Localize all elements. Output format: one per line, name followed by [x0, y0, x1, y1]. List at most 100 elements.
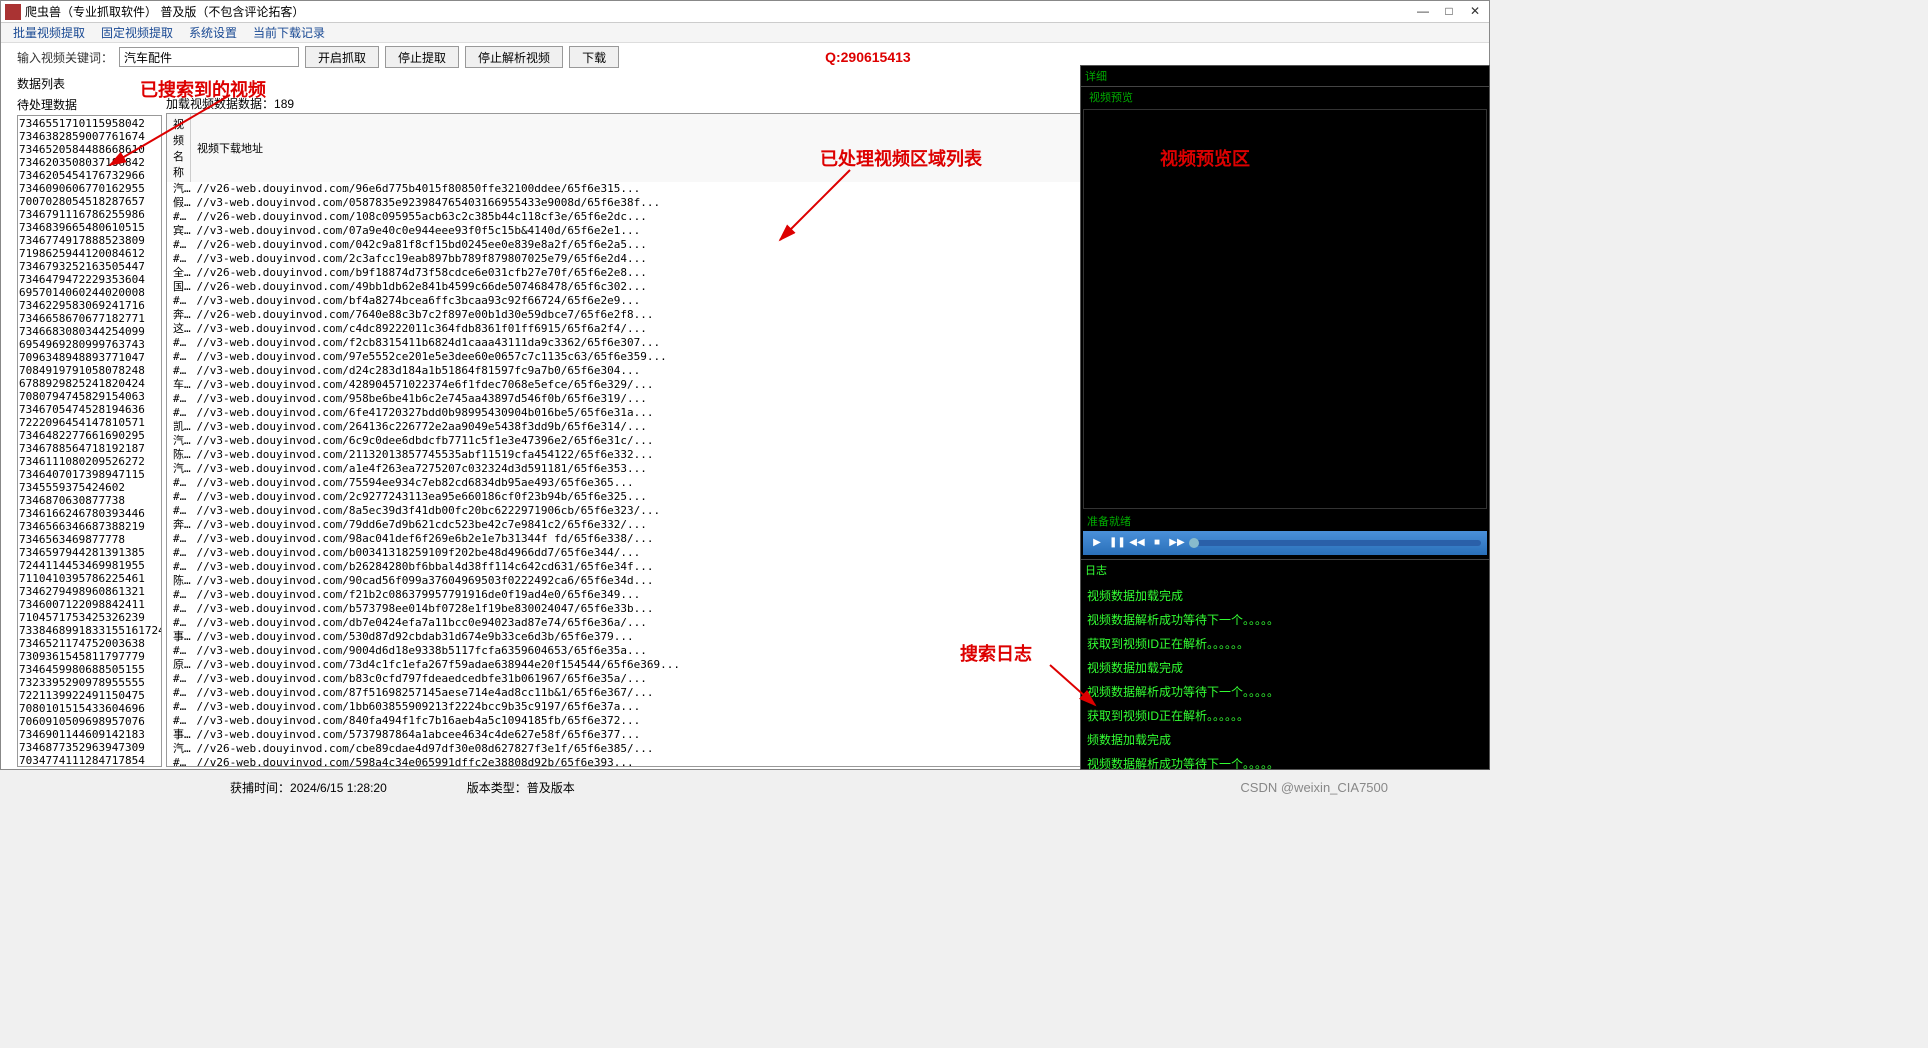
id-item[interactable]: 7110410395786225461	[19, 572, 160, 585]
id-item[interactable]: 7346793252163505447	[19, 260, 160, 273]
id-item[interactable]: 7346658670677182771	[19, 312, 160, 325]
id-item[interactable]: 7346788564718192187	[19, 442, 160, 455]
log-line: 获取到视频ID正在解析。。。。。。	[1087, 632, 1483, 656]
id-item[interactable]: 7346166246780393446	[19, 507, 160, 520]
time-label: 获捕时间：	[230, 781, 290, 795]
keyword-input[interactable]	[119, 47, 299, 67]
id-item[interactable]: 7346870630877738	[19, 494, 160, 507]
id-item[interactable]: 7222096454147810571	[19, 416, 160, 429]
id-item[interactable]: 7007028054518287657	[19, 195, 160, 208]
id-item[interactable]: 7080101515433604696	[19, 702, 160, 715]
close-button[interactable]: ✕	[1465, 4, 1485, 20]
titlebar: 爬虫兽（专业抓取软件） 普及版（不包含评论拓客） — □ ✕	[1, 1, 1489, 23]
id-item[interactable]: 7346551710115958042	[19, 117, 160, 130]
id-item[interactable]: 7346203508037186842	[19, 156, 160, 169]
id-item[interactable]: 7346482277661690295	[19, 429, 160, 442]
id-item[interactable]: 7346520584488668610	[19, 143, 160, 156]
id-item[interactable]: 7323395290978955555	[19, 676, 160, 689]
cell-name: 奔驰宝马沃尔沃本田丰田雪克萨斯原装大灯前咀机盖叶子板车...	[167, 518, 191, 532]
ready-status: 准备就绪	[1081, 511, 1489, 531]
edition-value: 普及版本	[527, 781, 575, 795]
log-line: 视频数据加载完成	[1087, 584, 1483, 608]
minimize-button[interactable]: —	[1413, 4, 1433, 20]
count-value: 189	[274, 97, 294, 111]
time-value: 2024/6/15 1:28:20	[290, 781, 387, 795]
next-icon[interactable]: ▶▶	[1169, 535, 1185, 551]
cell-name: 事故车试验车报废车原厂拆车件 价格便宜 质保售后，越难找...	[167, 630, 191, 644]
id-item[interactable]: 7346877352963947309	[19, 741, 160, 754]
id-item[interactable]: 7346839665480610515	[19, 221, 160, 234]
id-item[interactable]: 7346111080209526272	[19, 455, 160, 468]
id-item[interactable]: 7198625944120084612	[19, 247, 160, 260]
menu-batch-extract[interactable]: 批量视频提取	[5, 22, 93, 43]
id-item[interactable]: 7346459980688505155	[19, 663, 160, 676]
cell-name: 国内汽车配件品牌#汽车知识 #汽配 - 抖音	[167, 280, 191, 294]
id-item[interactable]: 7221139922491150475	[19, 689, 160, 702]
id-item[interactable]: 7096348948893771047	[19, 351, 160, 364]
cell-name: #陈田拆车件 各种汽车配件#发动机 - 抖音	[167, 238, 191, 252]
preview-label: 视频预览	[1085, 87, 1489, 107]
id-item[interactable]: 7346597944281391385	[19, 546, 160, 559]
id-item[interactable]: 7346382859007761674	[19, 130, 160, 143]
download-button[interactable]: 下载	[569, 46, 619, 68]
pause-icon[interactable]: ❚❚	[1109, 535, 1125, 551]
id-item[interactable]: 7346229583069241716	[19, 299, 160, 312]
id-item[interactable]: 7104571753425326239	[19, 611, 160, 624]
maximize-button[interactable]: □	[1439, 4, 1459, 20]
id-item[interactable]: 7346407017398947115	[19, 468, 160, 481]
pending-label: 待处理数据	[17, 94, 162, 115]
id-item[interactable]: 6788929825241820424	[19, 377, 160, 390]
id-item[interactable]: 7244114453469981955	[19, 559, 160, 572]
logs-label: 日志	[1081, 559, 1489, 580]
id-item[interactable]: 7346901144609142183	[19, 728, 160, 741]
cell-name: #陈田拆车件 你觉得怎么样？#汽车配件 #减盘灯 - 抖音	[167, 476, 191, 490]
seek-slider[interactable]	[1189, 540, 1481, 546]
id-item[interactable]: 6954969280999763743	[19, 338, 160, 351]
cell-name: 奔驰宝马大灯尾灯机盖叶子板前嘴原装拆车件#汽车配件 #陈田拆...	[167, 308, 191, 322]
cell-name: 陈田拆车件便宜又好用 #陈田拆车件 #陈田维修#汽配城 二手车寄送工...	[167, 574, 191, 588]
stop-icon[interactable]: ■	[1149, 535, 1165, 551]
id-listbox[interactable]: 7346551710115958042734638285900776167473…	[17, 115, 162, 767]
log-list[interactable]: 视频数据加载完成视频数据解析成功等待下一个。。。。。获取到视频ID正在解析。。。…	[1081, 580, 1489, 800]
id-item[interactable]: 7346479472229353604	[19, 273, 160, 286]
log-line: 频数据加载完成	[1087, 728, 1483, 752]
cell-name: #拆车件 #陈田拆车件 #汽车配件 #发动机 #汽车西城 原厂...	[167, 756, 191, 767]
player-bar: ▶ ❚❚ ◀◀ ■ ▶▶	[1083, 531, 1487, 555]
start-button[interactable]: 开启抓取	[305, 46, 379, 68]
id-item[interactable]: 7346007122098842411	[19, 598, 160, 611]
id-item[interactable]: 7338468991833155161724	[19, 624, 160, 637]
menu-settings[interactable]: 系统设置	[181, 22, 245, 43]
id-item[interactable]: 7346563469877778	[19, 533, 160, 546]
cell-name: #陈田拆车件 #汽车配件 #拆车件 #陈田汽配城 #汽车易损件 - 抖音	[167, 672, 191, 686]
play-icon[interactable]: ▶	[1089, 535, 1105, 551]
stop-parse-button[interactable]: 停止解析视频	[465, 46, 563, 68]
prev-icon[interactable]: ◀◀	[1129, 535, 1145, 551]
menu-download-log[interactable]: 当前下载记录	[245, 22, 333, 43]
col-name[interactable]: 视频名称	[167, 114, 191, 182]
cell-name: #拆车件原装原版 #汽车配件 #汽车好物推荐 - 抖音	[167, 686, 191, 700]
stop-button[interactable]: 停止提取	[385, 46, 459, 68]
id-item[interactable]: 7346774917888523809	[19, 234, 160, 247]
id-item[interactable]: 7034774111284717854	[19, 754, 160, 767]
id-item[interactable]: 7080794745829154063	[19, 390, 160, 403]
menu-fixed-extract[interactable]: 固定视频提取	[93, 22, 181, 43]
id-item[interactable]: 7346566346687388219	[19, 520, 160, 533]
id-item[interactable]: 7346683080344254099	[19, 325, 160, 338]
edition-label: 版本类型：	[467, 781, 527, 795]
id-item[interactable]: 7346205454176732966	[19, 169, 160, 182]
id-item[interactable]: 7346705474528194636	[19, 403, 160, 416]
id-item[interactable]: 7345559375424602	[19, 481, 160, 494]
id-item[interactable]: 7346521174752003638	[19, 637, 160, 650]
id-item[interactable]: 7346791116786255986	[19, 208, 160, 221]
cell-name: #发动机总成 #汽车配件 #维修保养 #自动离合 #汽车配城 - 抖音	[167, 350, 191, 364]
keyword-label: 输入视频关键词：	[17, 49, 113, 66]
id-item[interactable]: 6957014060244020008	[19, 286, 160, 299]
cell-name: #上热门 #发动机 #陈田拆车件 #拆车件 #官方大力推荐 方方热...	[167, 546, 191, 560]
id-item[interactable]: 7309361545811797779	[19, 650, 160, 663]
cell-name: 这里的汽车配件就是多 #陈田 #陈田拆车件 #汽车配件 #汽配...	[167, 322, 191, 336]
id-item[interactable]: 7346279498960861321	[19, 585, 160, 598]
id-item[interactable]: 7060910509698957076	[19, 715, 160, 728]
id-item[interactable]: 7346090606770162955	[19, 182, 160, 195]
id-item[interactable]: 7084919791058078248	[19, 364, 160, 377]
cell-name: #陈田拆车件 #汽车用品大全 #汽车配件 #陈田汽配城 #汽车知识...	[167, 406, 191, 420]
